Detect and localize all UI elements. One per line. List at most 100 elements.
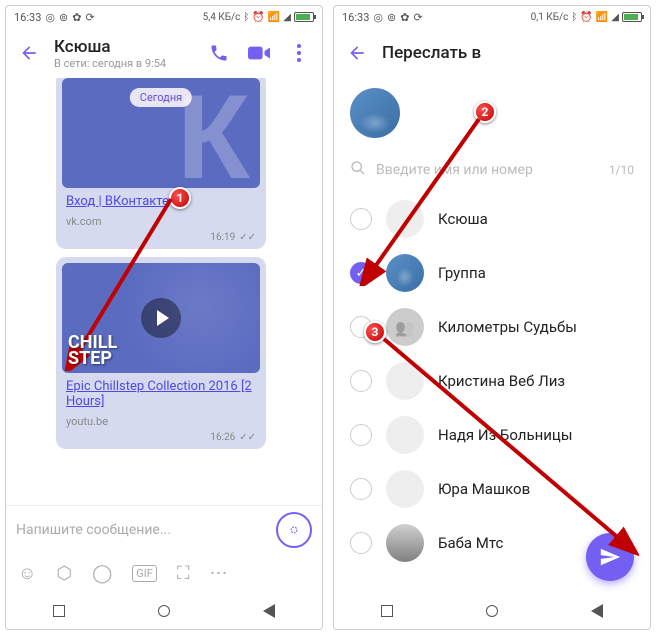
shop-icon[interactable]: ⛶ — [177, 563, 190, 584]
contact-name: Кристина Веб Лиз — [438, 372, 565, 390]
phone-forward: 16:33 ◎ ⊚ ✿ ⟳ 0,1 КБ/с ᛒ ⏰ 📶 ◢ Переслать… — [333, 5, 651, 630]
input-bar: Напишите сообщение... — [6, 505, 322, 553]
contact-radio[interactable] — [350, 208, 372, 230]
data-rate: 5,4 КБ/с — [203, 12, 241, 23]
signal-icon: 📶 — [596, 12, 608, 23]
contact-name: Баба Мтс — [438, 534, 503, 552]
wifi-icon: ◢ — [611, 12, 619, 23]
voice-message-button[interactable] — [276, 512, 312, 548]
contact-radio[interactable] — [350, 478, 372, 500]
forward-title: Переслать в — [382, 43, 481, 63]
contact-radio-checked[interactable] — [350, 262, 372, 284]
play-icon[interactable] — [141, 298, 181, 338]
chat-title[interactable]: Ксюша — [54, 37, 166, 57]
read-receipt-icon: ✓✓ — [239, 232, 256, 243]
battery-icon — [622, 12, 642, 22]
message-time: 16:26 — [210, 432, 235, 443]
overlay-text: STEP — [68, 348, 112, 369]
chat-header: Ксюша В сети: сегодня в 9:54 — [6, 28, 322, 78]
status-icon: ◎ — [45, 11, 55, 24]
contact-row[interactable]: Кристина Веб Лиз — [334, 354, 650, 408]
contact-avatar-group — [386, 308, 424, 346]
phone-chat: 16:33 ◎ ⊚ ✿ ⟳ 5,4 КБ/с ᛒ ⏰ 📶 ◢ Ксюша В с… — [5, 5, 323, 630]
status-bar: 16:33 ◎ ⊚ ✿ ⟳ 5,4 КБ/с ᛒ ⏰ 📶 ◢ — [6, 6, 322, 28]
contact-radio[interactable] — [350, 532, 372, 554]
nav-back[interactable] — [263, 604, 275, 618]
search-row: Введите имя или номер 1/10 — [334, 148, 650, 192]
attachment-row: ☺ ⬡ ◯ GIF ⛶ ⋯ — [6, 553, 322, 593]
link-preview-image[interactable]: Сегодня — [62, 78, 260, 188]
contact-row[interactable]: Километры Судьбы — [334, 300, 650, 354]
nav-recents[interactable] — [381, 605, 393, 617]
contact-row[interactable]: Группа — [334, 246, 650, 300]
sticker-icon[interactable]: ⬡ — [56, 563, 72, 584]
link-title[interactable]: Epic Chillstep Collection 2016 [2 Hours] — [62, 377, 260, 411]
chat-subtitle: В сети: сегодня в 9:54 — [54, 57, 166, 70]
gif-icon[interactable]: GIF — [132, 565, 157, 582]
link-host: vk.com — [62, 215, 260, 228]
contact-name: Юра Машков — [438, 480, 530, 498]
contact-avatar — [386, 524, 424, 562]
message-bubble[interactable]: CHILLSTEP Epic Chillstep Collection 2016… — [56, 257, 266, 449]
settings-icon: ✿ — [72, 11, 81, 24]
camera-icon[interactable]: ◯ — [92, 563, 112, 584]
camera-icon: ⊚ — [387, 11, 396, 24]
selected-avatar-row — [334, 78, 650, 148]
nav-home[interactable] — [158, 605, 170, 617]
link-title[interactable]: Вход | ВКонтакте — [62, 192, 260, 211]
contact-avatar — [386, 254, 424, 292]
bluetooth-icon: ᛒ — [571, 12, 577, 23]
contact-row[interactable]: Надя Из Больницы — [334, 408, 650, 462]
camera-icon: ⊚ — [59, 11, 68, 24]
selection-counter: 1/10 — [609, 163, 634, 177]
status-bar: 16:33 ◎ ⊚ ✿ ⟳ 0,1 КБ/с ᛒ ⏰ 📶 ◢ — [334, 6, 650, 28]
sync-icon: ⟳ — [413, 11, 422, 24]
day-chip: Сегодня — [130, 88, 192, 107]
nav-back[interactable] — [591, 604, 603, 618]
contact-name: Надя Из Больницы — [438, 426, 572, 444]
contact-avatar — [386, 362, 424, 400]
status-time: 16:33 — [14, 11, 41, 24]
data-rate: 0,1 КБ/с — [531, 12, 569, 23]
video-preview-image[interactable]: CHILLSTEP — [62, 263, 260, 373]
contact-radio[interactable] — [350, 316, 372, 338]
nav-bar — [6, 593, 322, 629]
more-button[interactable] — [288, 42, 310, 64]
selected-avatar[interactable] — [350, 88, 400, 138]
contact-name: Группа — [438, 264, 486, 282]
message-bubble[interactable]: Сегодня Вход | ВКонтакте vk.com 16:19 ✓✓ — [56, 78, 266, 249]
nav-bar — [334, 593, 650, 629]
signal-icon: 📶 — [268, 12, 280, 23]
search-input[interactable]: Введите имя или номер — [376, 162, 599, 178]
contact-avatar — [386, 200, 424, 238]
settings-icon: ✿ — [400, 11, 409, 24]
status-icon: ◎ — [373, 11, 383, 24]
nav-recents[interactable] — [53, 605, 65, 617]
link-host: youtu.be — [62, 415, 260, 428]
message-input[interactable]: Напишите сообщение... — [16, 522, 268, 538]
battery-icon — [294, 12, 314, 22]
contact-list[interactable]: Ксюша Группа Километры Судьбы Кристина В… — [334, 192, 650, 593]
nav-home[interactable] — [486, 605, 498, 617]
alarm-icon: ⏰ — [252, 12, 264, 23]
contact-name: Ксюша — [438, 210, 488, 228]
contact-row[interactable]: Юра Машков — [334, 462, 650, 516]
emoji-icon[interactable]: ☺ — [18, 563, 36, 584]
contact-row[interactable]: Ксюша — [334, 192, 650, 246]
back-button[interactable] — [346, 42, 368, 64]
read-receipt-icon: ✓✓ — [239, 432, 256, 443]
more-attach-icon[interactable]: ⋯ — [209, 563, 227, 584]
chat-body[interactable]: Сегодня Вход | ВКонтакте vk.com 16:19 ✓✓… — [6, 78, 322, 505]
alarm-icon: ⏰ — [580, 12, 592, 23]
call-button[interactable] — [208, 42, 230, 64]
contact-name: Километры Судьбы — [438, 318, 577, 336]
contact-radio[interactable] — [350, 370, 372, 392]
video-call-button[interactable] — [248, 42, 270, 64]
bluetooth-icon: ᛒ — [243, 12, 249, 23]
back-button[interactable] — [18, 42, 40, 64]
contact-radio[interactable] — [350, 424, 372, 446]
forward-header: Переслать в — [334, 28, 650, 78]
sync-icon: ⟳ — [85, 11, 94, 24]
send-fab[interactable] — [586, 533, 634, 581]
search-icon — [350, 160, 366, 180]
